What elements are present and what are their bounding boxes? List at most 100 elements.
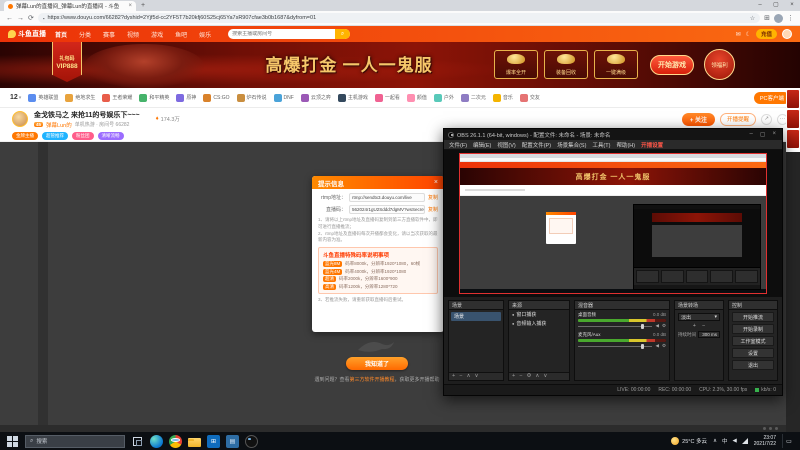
obs-menu-item[interactable]: 视图(V) xyxy=(497,141,515,149)
claim-bonus-badge[interactable]: 领福利 xyxy=(704,49,735,80)
player-dot-icon[interactable] xyxy=(775,427,778,430)
source-item[interactable]: ● 窗口捕获 xyxy=(509,310,569,319)
visibility-eye-icon[interactable]: ● xyxy=(512,321,514,326)
site-nav-item[interactable]: 视频 xyxy=(124,30,142,39)
remove-source-icon[interactable]: − xyxy=(519,373,522,380)
streamer-name[interactable]: 弹幕Lun的 xyxy=(46,121,72,129)
volume-icon[interactable]: ◀ xyxy=(733,438,737,444)
window-maximize-icon[interactable]: ▢ xyxy=(768,0,784,11)
add-transition-icon[interactable]: + xyxy=(693,323,696,329)
obs-control-button[interactable]: 设置 xyxy=(732,348,774,358)
speaker-icon[interactable]: ◀ xyxy=(655,343,658,349)
obs-maximize-icon[interactable]: ▢ xyxy=(760,131,766,138)
stream-key-field[interactable]: 562024r1gU2Sddd7dgMV?wsSecret=8a3f52c9&w… xyxy=(349,205,425,214)
obs-menu-item[interactable]: 帮助(H) xyxy=(616,141,635,149)
obs-menu-item[interactable]: 配置文件(P) xyxy=(522,141,551,149)
channel-settings-icon[interactable]: ⚙ xyxy=(662,323,666,329)
recharge-button[interactable]: 充值 xyxy=(755,29,777,39)
site-nav-item[interactable]: 娱乐 xyxy=(196,30,214,39)
player-dot-icon[interactable] xyxy=(769,427,772,430)
category-item[interactable]: 英雄联盟 xyxy=(28,93,58,102)
remind-button[interactable]: 开播提醒 xyxy=(719,112,756,126)
promo-banner[interactable]: 礼包码 VIP888 高爆打金 一人一鬼服 爆率全开 装备回收 一键满级 开始游戏 … xyxy=(0,42,800,88)
tab-close-icon[interactable]: × xyxy=(128,3,132,9)
source-up-icon[interactable]: ∧ xyxy=(535,373,539,380)
message-icon[interactable]: ✉ xyxy=(736,31,741,38)
start-button[interactable] xyxy=(5,434,19,448)
category-item[interactable]: 炉石传说 xyxy=(236,93,267,102)
search-icon[interactable]: ⌕ xyxy=(335,29,351,39)
stream-tag[interactable]: 超管推荐 xyxy=(42,131,68,140)
player-dot-icon[interactable] xyxy=(763,427,766,430)
transition-select[interactable]: 淡出 ▾ xyxy=(678,313,720,321)
network-icon[interactable] xyxy=(741,438,748,444)
channel-settings-icon[interactable]: ⚙ xyxy=(662,343,666,349)
transition-duration-field[interactable]: 300 ms xyxy=(698,331,720,338)
obs-close-icon[interactable]: × xyxy=(772,131,776,138)
copy-rtmp-link[interactable]: 复制 xyxy=(428,194,438,201)
obs-control-button[interactable]: 开始录制 xyxy=(732,324,774,334)
back-icon[interactable]: ← xyxy=(6,15,13,22)
visibility-eye-icon[interactable]: ● xyxy=(512,312,514,317)
speaker-icon[interactable]: ◀ xyxy=(655,323,658,329)
add-scene-icon[interactable]: + xyxy=(452,373,455,380)
share-icon[interactable]: ↗ xyxy=(761,113,772,125)
site-nav-item[interactable]: 赛事 xyxy=(100,30,118,39)
category-item[interactable]: CS:GO xyxy=(203,93,230,102)
sidebar-promo-thumb[interactable] xyxy=(787,130,799,148)
taskbar-search[interactable]: ⌕ 搜索 xyxy=(25,434,125,448)
chrome-icon[interactable] xyxy=(169,434,182,448)
add-source-icon[interactable]: + xyxy=(512,373,515,380)
obs-control-button[interactable]: 退出 xyxy=(732,360,774,370)
scene-up-icon[interactable]: ∧ xyxy=(466,373,470,380)
site-nav-item[interactable]: 首页 xyxy=(52,30,70,39)
action-center-icon[interactable]: ▭ xyxy=(782,434,795,448)
scene-down-icon[interactable]: ∨ xyxy=(474,373,478,380)
stream-tag[interactable]: 金牌主播 xyxy=(12,131,38,140)
volume-slider[interactable] xyxy=(578,343,653,349)
site-nav-item[interactable]: 游戏 xyxy=(148,30,166,39)
sidebar-promo-thumb[interactable] xyxy=(787,110,799,128)
user-avatar[interactable] xyxy=(782,29,792,39)
browser-profile-avatar[interactable] xyxy=(774,13,783,23)
start-game-button[interactable]: 开始游戏 xyxy=(650,55,694,75)
category-item[interactable]: 云顶之弈 xyxy=(300,93,331,102)
obs-preview-canvas[interactable]: 高爆打金 一人一鬼服 xyxy=(444,150,782,297)
extensions-icon[interactable]: ⊞ xyxy=(764,14,770,22)
category-item[interactable]: 和平精英 xyxy=(139,93,169,102)
window-close-icon[interactable]: × xyxy=(784,0,800,11)
obs-control-button[interactable]: 开始推流 xyxy=(732,312,774,322)
reload-icon[interactable]: ⟳ xyxy=(28,14,34,22)
confirm-button[interactable]: 我知道了 xyxy=(346,357,408,370)
slider-knob[interactable] xyxy=(641,343,645,349)
category-count[interactable]: 12 ▾ xyxy=(10,94,21,101)
hidden-icons-chevron[interactable]: ∧ xyxy=(713,438,717,444)
obs-minimize-icon[interactable]: – xyxy=(749,131,752,138)
site-nav-item[interactable]: 鱼吧 xyxy=(172,30,190,39)
scene-item[interactable]: 场景 xyxy=(451,312,501,321)
volume-slider[interactable] xyxy=(578,323,653,329)
category-item[interactable]: 交友 xyxy=(519,93,540,102)
stream-tag[interactable]: 粉丝团 xyxy=(72,131,94,140)
douyu-logo[interactable]: 斗鱼直播 xyxy=(8,29,46,39)
category-item[interactable]: 二次元 xyxy=(460,93,486,102)
copy-key-link[interactable]: 复制 xyxy=(428,206,438,213)
obs-broadcast-setup-menu[interactable]: 开播设置 xyxy=(641,141,663,149)
category-item[interactable]: 原神 xyxy=(176,93,196,102)
stream-tag[interactable]: 清晰流畅 xyxy=(97,131,124,140)
source-down-icon[interactable]: ∨ xyxy=(543,373,547,380)
night-mode-icon[interactable]: ☾ xyxy=(746,31,751,38)
category-item[interactable]: 颜值 xyxy=(406,93,427,102)
edge-icon[interactable] xyxy=(150,434,163,448)
source-item[interactable]: ● 音频输入捕获 xyxy=(509,319,569,328)
browser-menu-icon[interactable]: ⋮ xyxy=(787,14,794,22)
obs-taskbar-icon[interactable] xyxy=(245,434,258,448)
category-item[interactable]: 户外 xyxy=(433,93,454,102)
remove-transition-icon[interactable]: − xyxy=(702,323,705,329)
ime-indicator[interactable]: 中 xyxy=(722,437,728,445)
category-item[interactable]: 主机游戏 xyxy=(337,93,368,102)
obs-titlebar[interactable]: OBS 26.1.1 (64-bit, windows) - 配置文件: 未命名… xyxy=(444,129,782,140)
browser-tab[interactable]: 弹幕Lun的直播间_弹幕Lun的直播间 - 斗鱼 × xyxy=(4,1,136,11)
obs-menu-item[interactable]: 文件(F) xyxy=(449,141,467,149)
category-item[interactable]: 绝地求生 xyxy=(65,93,95,102)
